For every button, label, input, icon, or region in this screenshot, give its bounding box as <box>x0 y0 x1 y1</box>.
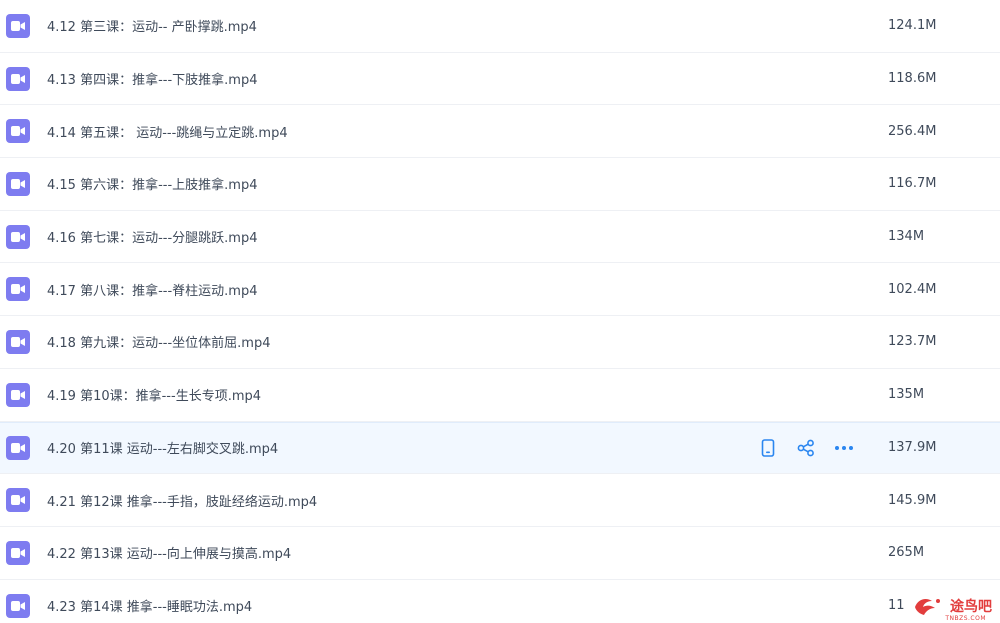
video-file-icon <box>6 488 30 513</box>
file-size: 137.9M <box>888 440 937 456</box>
video-file-icon <box>6 66 30 91</box>
file-name[interactable]: 4.20 第11课 运动---左右脚交叉跳.mp4 <box>47 438 278 457</box>
watermark-subtext: TNBZS.COM <box>945 615 986 622</box>
video-file-icon <box>6 224 30 249</box>
file-size: 265M <box>888 545 925 561</box>
video-file-icon <box>6 540 30 565</box>
video-file-icon <box>6 435 30 460</box>
file-name[interactable]: 4.16 第七课：运动---分腿跳跃.mp4 <box>47 227 257 246</box>
file-size: 135M <box>888 387 925 403</box>
file-name[interactable]: 4.23 第14课 推拿---睡眠功法.mp4 <box>47 596 252 615</box>
file-size: 145.9M <box>888 492 937 508</box>
file-row[interactable]: 4.13 第四课：推拿---下肢推拿.mp4 118.6M <box>0 53 1000 106</box>
file-size: 134M <box>888 229 925 245</box>
file-size: 123.7M <box>888 334 937 350</box>
video-file-icon <box>6 382 30 407</box>
file-name[interactable]: 4.13 第四课：推拿---下肢推拿.mp4 <box>47 69 257 88</box>
file-name[interactable]: 4.17 第八课：推拿---脊柱运动.mp4 <box>47 280 257 299</box>
file-row[interactable]: 4.23 第14课 推拿---睡眠功法.mp4 11 <box>0 580 1000 623</box>
watermark-bird-icon <box>915 599 940 615</box>
video-file-icon <box>6 329 30 354</box>
file-name[interactable]: 4.15 第六课：推拿---上肢推拿.mp4 <box>47 174 257 193</box>
file-row[interactable]: 4.16 第七课：运动---分腿跳跃.mp4 134M <box>0 211 1000 264</box>
file-size: 256.4M <box>888 123 937 139</box>
file-size: 116.7M <box>888 176 937 192</box>
file-size: 102.4M <box>888 281 937 297</box>
more-icon[interactable] <box>834 438 854 458</box>
video-file-icon <box>6 277 30 302</box>
row-actions <box>758 438 854 458</box>
phone-icon[interactable] <box>758 438 778 458</box>
file-name[interactable]: 4.22 第13课 运动---向上伸展与摸高.mp4 <box>47 543 291 562</box>
video-file-icon <box>6 119 30 144</box>
file-row[interactable]: 4.22 第13课 运动---向上伸展与摸高.mp4 265M <box>0 527 1000 580</box>
file-row[interactable]: 4.12 第三课：运动-- 产卧撑跳.mp4 124.1M <box>0 0 1000 53</box>
file-list: 4.12 第三课：运动-- 产卧撑跳.mp4 124.1M 4.13 第四课：推… <box>0 0 1000 623</box>
file-row[interactable]: 4.18 第九课：运动---坐位体前屈.mp4 123.7M <box>0 316 1000 369</box>
video-file-icon <box>6 171 30 196</box>
file-row[interactable]: 4.14 第五课： 运动---跳绳与立定跳.mp4 256.4M <box>0 105 1000 159</box>
file-size: 124.1M <box>888 18 937 34</box>
file-row[interactable]: 4.19 第10课：推拿---生长专项.mp4 135M <box>0 369 1000 422</box>
file-row[interactable]: 4.17 第八课：推拿---脊柱运动.mp4 102.4M <box>0 263 1000 317</box>
video-file-icon <box>6 593 30 618</box>
file-size: 118.6M <box>888 71 937 87</box>
file-name[interactable]: 4.18 第九课：运动---坐位体前屈.mp4 <box>47 332 270 351</box>
file-name[interactable]: 4.19 第10课：推拿---生长专项.mp4 <box>47 385 261 404</box>
file-name[interactable]: 4.14 第五课： 运动---跳绳与立定跳.mp4 <box>47 122 288 141</box>
file-row[interactable]: 4.15 第六课：推拿---上肢推拿.mp4 116.7M <box>0 158 1000 211</box>
share-icon[interactable] <box>796 438 816 458</box>
file-name[interactable]: 4.21 第12课 推拿---手指，肢趾经络运动.mp4 <box>47 491 317 510</box>
video-file-icon <box>6 13 30 38</box>
file-size: 11 <box>888 598 905 614</box>
file-row-hovered[interactable]: 4.20 第11课 运动---左右脚交叉跳.mp4 137.9M <box>0 421 1000 475</box>
file-name[interactable]: 4.12 第三课：运动-- 产卧撑跳.mp4 <box>47 16 257 35</box>
watermark-text: 途鸟吧 <box>950 599 992 615</box>
file-row[interactable]: 4.21 第12课 推拿---手指，肢趾经络运动.mp4 145.9M <box>0 474 1000 527</box>
